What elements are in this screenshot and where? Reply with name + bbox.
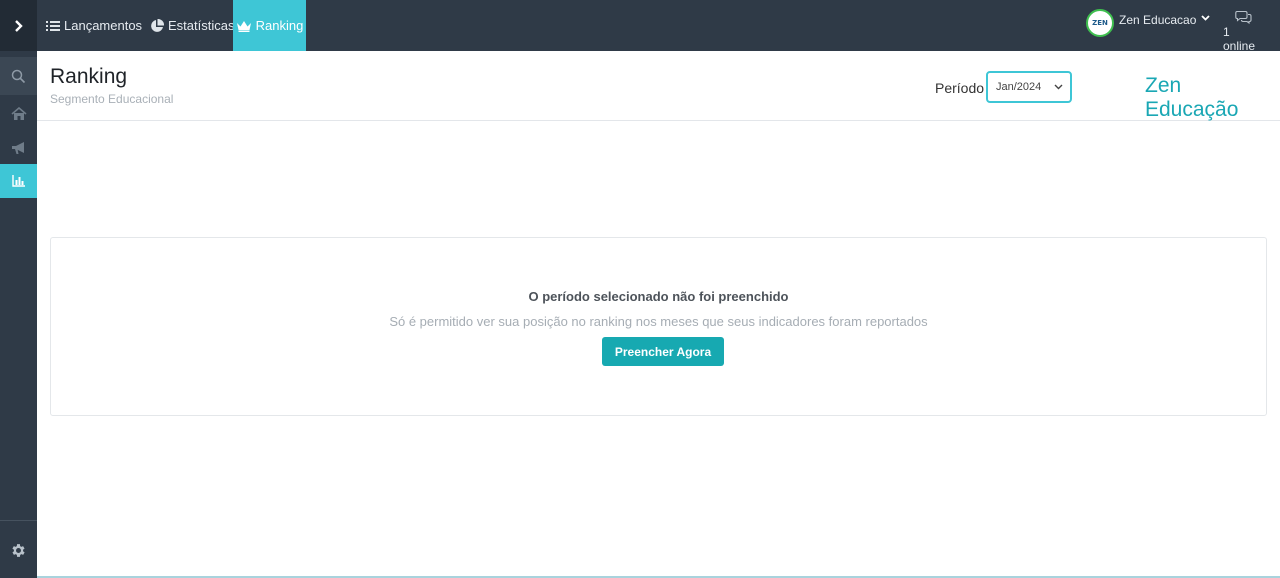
empty-state-title: O período selecionado não foi preenchido (528, 289, 789, 304)
page-title: Ranking (50, 65, 128, 88)
user-menu[interactable]: ZEN Zen Educacao (1086, 9, 1211, 37)
top-navbar: Lançamentos Estatísticas Ranking ZEN Zen… (37, 0, 1280, 57)
sidebar-item-search[interactable] (0, 57, 37, 95)
sidebar-divider (0, 520, 37, 521)
empty-state-card: O período selecionado não foi preenchido… (50, 237, 1267, 416)
megaphone-icon (11, 142, 24, 154)
search-icon (11, 69, 26, 83)
period-select[interactable]: Jan/2024 (986, 71, 1072, 103)
page-subtitle: Segmento Educacional (50, 92, 174, 106)
nav-tab-label: Lançamentos (64, 18, 143, 33)
nav-tab-label: Ranking (255, 18, 304, 33)
bar-chart-icon (11, 175, 25, 187)
chevron-right-icon (14, 19, 23, 32)
nav-tab-ranking[interactable]: Ranking (233, 0, 306, 57)
chevron-down-icon (1054, 84, 1063, 90)
chat-icon (1234, 10, 1252, 24)
nav-tab-label: Estatísticas (168, 18, 235, 33)
list-icon (46, 20, 60, 31)
online-users-button[interactable]: 1 online (1223, 10, 1263, 53)
online-count: 1 online (1223, 25, 1256, 53)
period-label: Período (935, 80, 985, 96)
empty-state-message: Só é permitido ver sua posição no rankin… (389, 314, 928, 329)
brand-name: Zen Educação (1145, 74, 1239, 121)
period-selected-value: Jan/2024 (996, 81, 1042, 93)
pie-chart-icon (151, 18, 164, 32)
chevron-down-icon (1201, 15, 1211, 21)
home-icon (10, 107, 27, 120)
avatar: ZEN (1086, 9, 1114, 37)
user-name: Zen Educacao (1119, 13, 1197, 27)
gear-icon (12, 543, 25, 557)
sidebar-item-ranking[interactable] (0, 164, 44, 198)
fill-now-button[interactable]: Preencher Agora (602, 337, 724, 366)
nav-tab-estatisticas[interactable]: Estatísticas (150, 0, 234, 51)
nav-tab-lancamentos[interactable]: Lançamentos (46, 0, 142, 51)
page-header: Ranking Segmento Educacional Período Jan… (37, 51, 1280, 121)
sidebar-item-settings[interactable] (0, 533, 37, 567)
sidebar-item-home[interactable] (0, 97, 37, 131)
sidebar (0, 0, 44, 578)
sidebar-toggle-button[interactable] (0, 0, 37, 51)
crown-icon (236, 20, 251, 32)
sidebar-item-announcements[interactable] (0, 131, 37, 165)
